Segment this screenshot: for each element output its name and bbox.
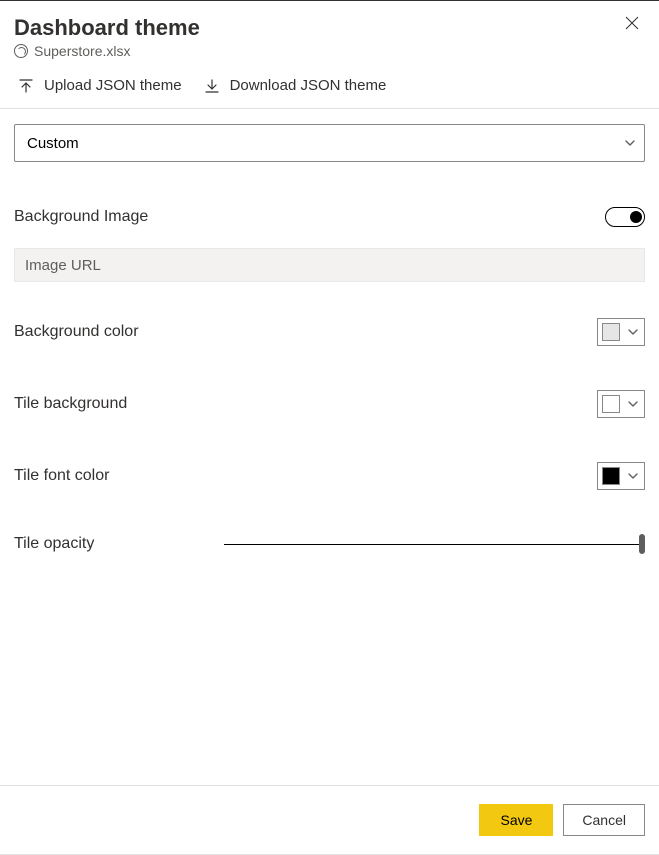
download-icon (204, 78, 220, 94)
dialog-title: Dashboard theme (14, 15, 645, 41)
tile-opacity-slider[interactable] (224, 534, 645, 554)
save-button[interactable]: Save (479, 804, 553, 836)
upload-json-button[interactable]: Upload JSON theme (18, 77, 182, 94)
slider-track (224, 544, 645, 545)
chevron-down-icon (628, 473, 638, 479)
dataset-name: Superstore.xlsx (34, 43, 130, 59)
tile-background-swatch (602, 395, 620, 413)
background-image-row: Background Image (14, 202, 645, 232)
toggle-knob (630, 211, 642, 223)
tile-font-color-row: Tile font color (14, 462, 645, 490)
tile-opacity-label: Tile opacity (14, 535, 204, 553)
dialog-subtitle-row: Superstore.xlsx (14, 43, 645, 59)
tile-background-row: Tile background (14, 390, 645, 418)
chevron-down-icon (628, 329, 638, 335)
background-color-row: Background color (14, 318, 645, 346)
upload-icon (18, 78, 34, 94)
background-color-label: Background color (14, 323, 139, 341)
upload-json-label: Upload JSON theme (44, 77, 182, 94)
slider-thumb[interactable] (639, 534, 645, 554)
tile-font-color-picker[interactable] (597, 462, 645, 490)
chevron-down-icon (628, 401, 638, 407)
tile-background-picker[interactable] (597, 390, 645, 418)
background-image-toggle[interactable] (605, 207, 645, 227)
cancel-button[interactable]: Cancel (563, 804, 645, 836)
background-color-picker[interactable] (597, 318, 645, 346)
dialog-header: Dashboard theme Superstore.xlsx (0, 1, 659, 59)
background-image-label: Background Image (14, 208, 148, 226)
theme-select-wrap (14, 124, 645, 162)
dialog-content: Background Image Background color Tile b… (0, 109, 659, 785)
tile-opacity-row: Tile opacity (14, 534, 645, 554)
close-icon (624, 15, 640, 31)
tile-background-label: Tile background (14, 395, 127, 413)
workspace-icon (14, 44, 28, 58)
toolbar: Upload JSON theme Download JSON theme (0, 59, 659, 109)
tile-font-color-swatch (602, 467, 620, 485)
background-color-swatch (602, 323, 620, 341)
tile-font-color-label: Tile font color (14, 467, 109, 485)
dialog-footer: Save Cancel (0, 785, 659, 854)
theme-select[interactable] (14, 124, 645, 162)
download-json-label: Download JSON theme (230, 77, 387, 94)
close-button[interactable] (623, 15, 641, 33)
image-url-input[interactable] (14, 248, 645, 282)
download-json-button[interactable]: Download JSON theme (204, 77, 387, 94)
